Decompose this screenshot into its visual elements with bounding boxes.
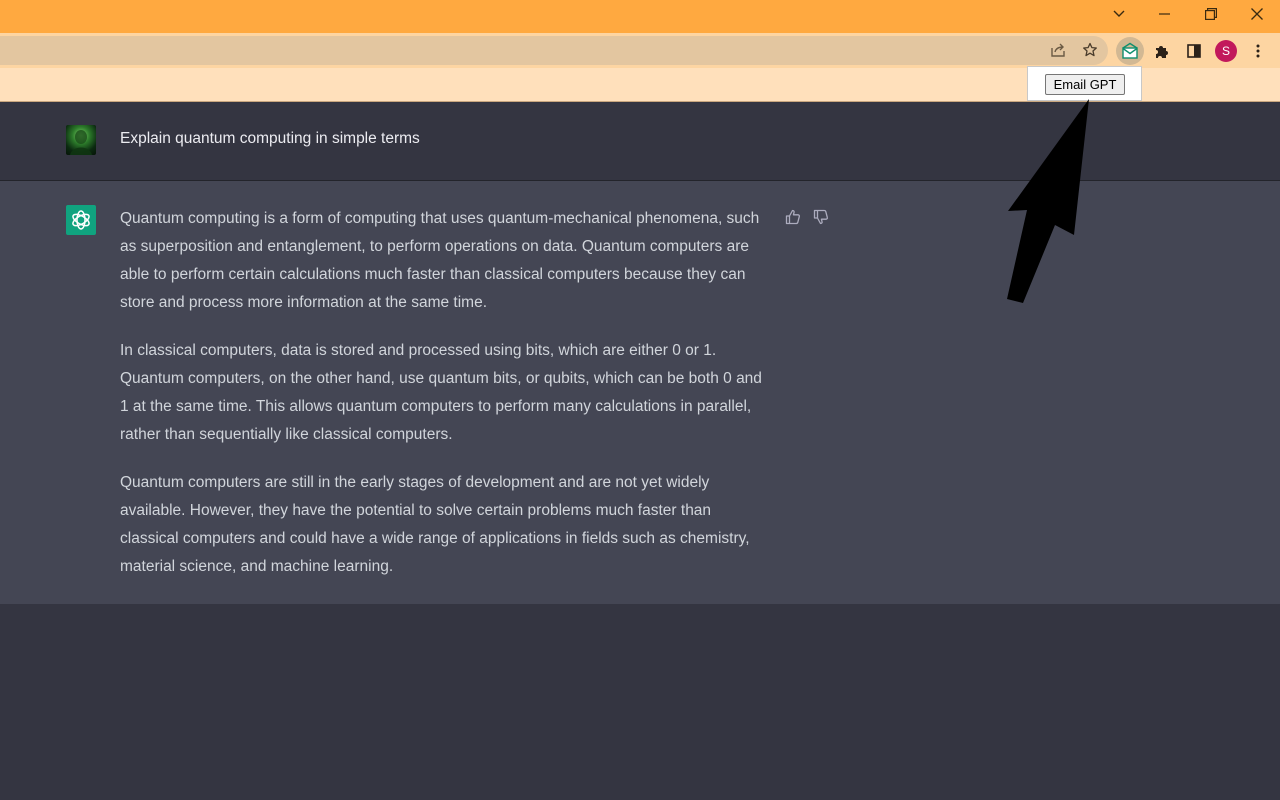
email-gpt-button[interactable]: Email GPT bbox=[1045, 74, 1125, 95]
thumbs-down-icon bbox=[813, 209, 829, 225]
assistant-message-text: Quantum computing is a form of computing… bbox=[120, 205, 768, 601]
three-dots-icon bbox=[1256, 44, 1260, 58]
share-button[interactable] bbox=[1044, 36, 1072, 64]
restore-button[interactable] bbox=[1188, 0, 1234, 27]
email-gpt-extension-button[interactable] bbox=[1116, 37, 1144, 65]
restore-icon bbox=[1205, 7, 1217, 20]
assistant-paragraph: In classical computers, data is stored a… bbox=[120, 342, 762, 443]
openai-logo-icon bbox=[72, 210, 90, 230]
star-icon bbox=[1083, 42, 1097, 57]
profile-avatar: S bbox=[1215, 40, 1237, 62]
user-message-row: Explain quantum computing in simple term… bbox=[0, 102, 1280, 181]
address-bar[interactable] bbox=[0, 36, 1108, 65]
window-titlebar bbox=[0, 0, 1280, 33]
user-message-text: Explain quantum computing in simple term… bbox=[120, 130, 420, 147]
side-panel-button[interactable] bbox=[1180, 37, 1208, 65]
thumbs-up-button[interactable] bbox=[783, 207, 803, 227]
bookmark-button[interactable] bbox=[1076, 36, 1104, 64]
extensions-button[interactable] bbox=[1148, 37, 1176, 65]
mail-icon bbox=[1122, 42, 1138, 59]
browser-menu-button[interactable] bbox=[1244, 37, 1272, 65]
assistant-paragraph: Quantum computing is a form of computing… bbox=[120, 210, 760, 311]
extension-popup: Email GPT bbox=[1027, 66, 1142, 101]
assistant-paragraph: Quantum computers are still in the early… bbox=[120, 474, 750, 575]
assistant-message-row: Quantum computing is a form of computing… bbox=[0, 181, 1280, 604]
share-icon bbox=[1051, 43, 1065, 57]
thumbs-up-icon bbox=[785, 209, 801, 225]
tab-search-button[interactable] bbox=[1096, 0, 1142, 27]
thumbs-down-button[interactable] bbox=[811, 207, 831, 227]
minimize-icon bbox=[1159, 12, 1170, 15]
assistant-avatar bbox=[66, 205, 96, 235]
chevron-down-icon bbox=[1113, 10, 1125, 17]
profile-button[interactable]: S bbox=[1212, 37, 1240, 65]
side-panel-icon bbox=[1187, 44, 1201, 58]
puzzle-icon bbox=[1156, 46, 1168, 58]
close-icon bbox=[1251, 7, 1263, 20]
close-window-button[interactable] bbox=[1234, 0, 1280, 27]
minimize-button[interactable] bbox=[1142, 0, 1188, 27]
user-avatar bbox=[66, 125, 96, 155]
profile-initial: S bbox=[1221, 44, 1230, 58]
